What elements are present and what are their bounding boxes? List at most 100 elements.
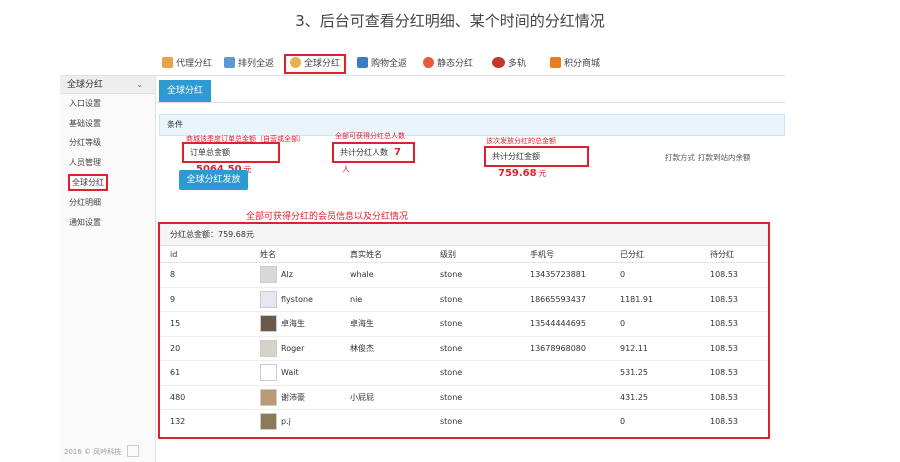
condition-bar: 条件 <box>159 114 785 136</box>
cell-paid: 431.25 <box>620 392 648 402</box>
cell-name-text: Alz <box>281 270 293 279</box>
cell-real-name: 小屁屁 <box>350 392 374 402</box>
cell-pending: 108.53 <box>710 368 738 377</box>
sidebar-item-dividend-details[interactable]: 分红明细 <box>60 193 155 213</box>
col-name: 姓名 <box>260 250 276 259</box>
cell-level: stone <box>440 417 463 426</box>
tab-label: 积分商城 <box>564 59 601 69</box>
dividend-table: 分红总金额：759.68元 id 姓名 真实姓名 级别 手机号 已分红 待分红 … <box>158 222 770 439</box>
cell-phone: 13544444695 <box>530 319 586 328</box>
sidebar-title: 全球分红 <box>67 80 104 90</box>
send-dividend-button[interactable]: 全球分红发放 <box>179 170 248 190</box>
col-pending: 待分红 <box>710 250 734 259</box>
cell-real-name: 林俊杰 <box>350 343 374 353</box>
table-header: id 姓名 真实姓名 级别 手机号 已分红 待分红 <box>160 246 768 263</box>
member-count-box: 共计分红人数 7 人 <box>332 142 415 174</box>
cell-name: flystone <box>260 288 313 313</box>
tab-global-dividend[interactable]: 全球分红 <box>284 54 347 74</box>
tab-multi-track[interactable]: 多轨 <box>492 54 526 74</box>
cell-paid: 531.25 <box>620 368 648 377</box>
cell-level: stone <box>440 294 463 304</box>
tab-label: 全球分红 <box>304 59 341 69</box>
order-total-box: 订单总金额5064.50元 <box>182 142 280 175</box>
table-row: 20 Roger 林俊杰 stone 13678968080 912.11 10… <box>160 337 768 361</box>
dividend-total-note: 该次发放分红的总金额 <box>486 137 556 145</box>
cell-pending: 108.53 <box>710 343 738 353</box>
dividend-total-label: 共计分红金额 <box>492 152 540 161</box>
member-count-label: 共计分红人数 <box>340 148 388 157</box>
pay-method-value: 打款到站内余额 <box>698 153 751 162</box>
multi-track-icon <box>492 57 505 68</box>
table-row: 61 Wait stone 531.25 108.53 <box>160 361 768 386</box>
sidebar-item-dividend-levels[interactable]: 分红等级 <box>60 133 155 153</box>
page-heading: 3、后台可查看分红明细、某个时间的分红情况 <box>295 12 605 30</box>
cell-pending: 108.53 <box>710 392 738 402</box>
global-dividend-icon <box>290 57 301 68</box>
cell-id: 9 <box>170 294 176 304</box>
collapse-button[interactable] <box>127 445 140 457</box>
sidebar-item-global-dividend[interactable]: 全球分红 <box>68 174 108 191</box>
tab-label: 排列全返 <box>238 59 275 69</box>
cell-pending: 108.53 <box>710 294 738 304</box>
avatar <box>260 413 277 430</box>
tab-points-mall[interactable]: 积分商城 <box>550 54 600 74</box>
table-row: 132 p.j stone 0 108.53 <box>160 410 768 435</box>
tab-rank-return[interactable]: 排列全返 <box>224 54 274 74</box>
cell-name: p.j <box>260 410 291 435</box>
tab-divider <box>156 102 785 103</box>
sidebar-item-staff[interactable]: 人员管理 <box>60 153 155 173</box>
col-id: id <box>170 250 178 259</box>
cell-name: 谢沛豪 <box>260 386 305 411</box>
cell-name-text: 卓海生 <box>281 319 305 328</box>
avatar <box>260 266 277 283</box>
shopping-return-icon <box>357 57 368 68</box>
tab-agent-dividend[interactable]: 代理分红 <box>162 54 212 74</box>
cell-phone: 18665593437 <box>530 294 586 304</box>
cell-level: stone <box>440 368 463 377</box>
cell-paid: 0 <box>620 417 626 426</box>
cell-pending: 108.53 <box>710 319 738 328</box>
cell-id: 8 <box>170 270 176 279</box>
avatar <box>260 339 277 357</box>
cell-name-text: p.j <box>281 417 291 426</box>
tab-label: 多轨 <box>508 59 527 69</box>
pay-method-label: 打款方式 <box>665 153 695 162</box>
table-row: 15 卓海生 卓海生 stone 13544444695 0 108.53 <box>160 312 768 337</box>
page: 3、后台可查看分红明细、某个时间的分红情况 代理分红 排列全返 全球分红 购物全… <box>0 0 900 462</box>
agent-dividend-icon <box>162 57 173 68</box>
cell-name-text: flystone <box>281 294 313 304</box>
avatar <box>260 388 277 406</box>
cell-id: 20 <box>170 343 181 353</box>
cell-real-name: nie <box>350 294 363 304</box>
cell-name: 卓海生 <box>260 312 305 337</box>
copyright-text: 2016 © 风吟科技 <box>64 448 122 456</box>
table-row: 9 flystone nie stone 18665593437 1181.91… <box>160 288 768 313</box>
tab-global-dividend-main[interactable]: 全球分红 <box>159 80 211 102</box>
member-count-value: 7 <box>394 147 401 158</box>
tab-shopping-return[interactable]: 购物全返 <box>357 54 407 74</box>
cell-pending: 108.53 <box>710 270 738 279</box>
sidebar: 全球分红 ⌄ 入口设置 基础设置 分红等级 人员管理 全球分红 分红明细 通知设… <box>60 76 156 462</box>
cell-name: Wait <box>260 361 299 386</box>
cell-name-text: Roger <box>281 343 305 353</box>
cell-level: stone <box>440 343 463 353</box>
cell-level: stone <box>440 270 463 279</box>
sidebar-header[interactable]: 全球分红 ⌄ <box>60 76 155 94</box>
cell-real-name: 卓海生 <box>350 319 374 328</box>
avatar <box>260 290 277 308</box>
cell-pending: 108.53 <box>710 417 738 426</box>
dividend-total-box: 共计分红金额 759.68 元 <box>484 146 589 179</box>
sidebar-item-notification-settings[interactable]: 通知设置 <box>60 213 155 233</box>
dividend-total-value: 759.68 <box>498 168 537 179</box>
sidebar-item-basic-settings[interactable]: 基础设置 <box>60 114 155 134</box>
cell-paid: 912.11 <box>620 343 648 353</box>
table-note: 全部可获得分红的会员信息以及分红情况 <box>246 212 409 222</box>
sidebar-item-entry-settings[interactable]: 入口设置 <box>60 94 155 114</box>
rank-return-icon <box>224 57 235 68</box>
col-paid: 已分红 <box>620 250 644 259</box>
cell-phone: 13678968080 <box>530 343 586 353</box>
avatar <box>260 364 277 381</box>
cell-id: 132 <box>170 417 186 426</box>
tab-static-dividend[interactable]: 静态分红 <box>423 54 473 74</box>
cell-id: 480 <box>170 392 186 402</box>
